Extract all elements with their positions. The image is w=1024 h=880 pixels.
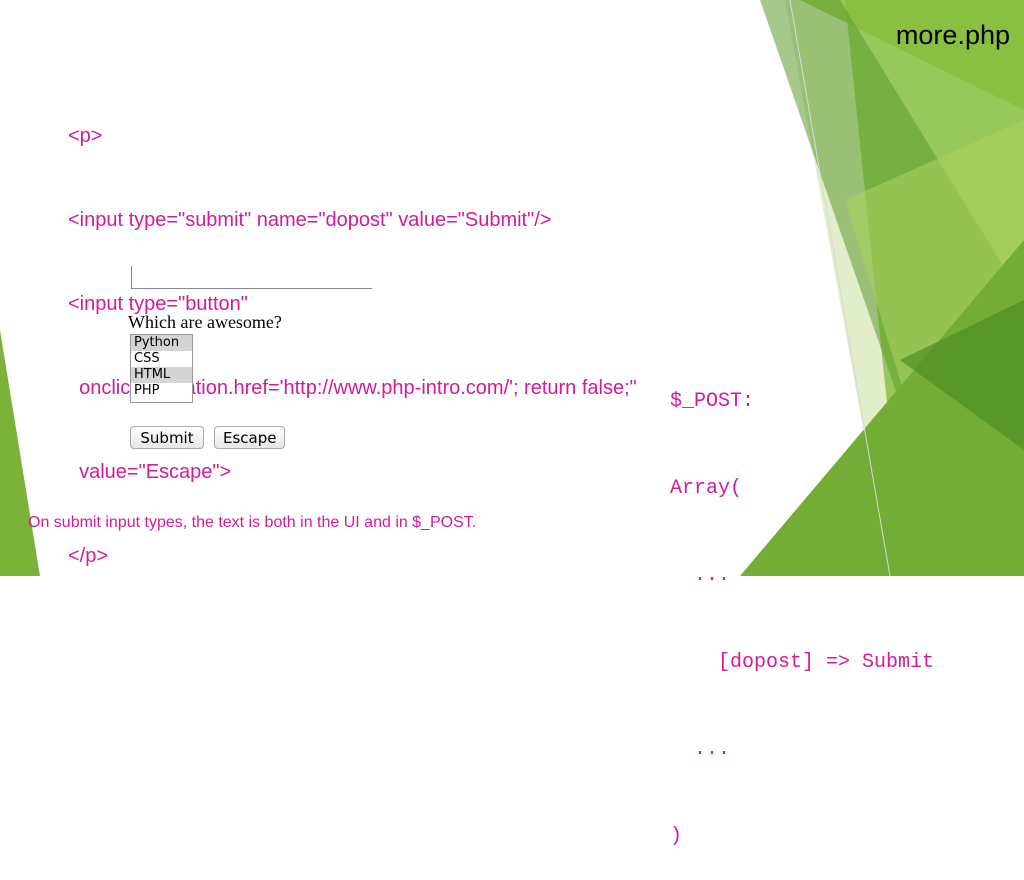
- list-option-html[interactable]: HTML: [131, 367, 192, 383]
- code-line: <p>: [68, 125, 103, 147]
- code-line: <input type="submit" name="dopost" value…: [68, 209, 552, 231]
- submit-button[interactable]: Submit: [130, 426, 204, 449]
- post-line: $_POST:: [670, 390, 755, 413]
- code-line: </p>: [68, 545, 109, 567]
- post-line: ...: [670, 738, 731, 761]
- list-option-python[interactable]: Python: [131, 335, 192, 351]
- multi-select-listbox[interactable]: Python CSS HTML PHP: [130, 334, 193, 403]
- text-input-field[interactable]: [131, 266, 372, 289]
- form-demo: Which are awesome? Python CSS HTML PHP S…: [128, 266, 388, 466]
- post-line: ): [670, 825, 683, 848]
- caption-note: On submit input types, the text is both …: [28, 514, 477, 531]
- escape-button[interactable]: Escape: [214, 426, 285, 449]
- post-line: Array(: [670, 477, 743, 500]
- list-option-php[interactable]: PHP: [131, 383, 192, 399]
- question-label: Which are awesome?: [128, 312, 282, 332]
- list-option-css[interactable]: CSS: [131, 351, 192, 367]
- post-line: [dopost] => Submit: [670, 651, 935, 674]
- slide-title: more.php: [895, 20, 1010, 50]
- post-array-dump: $_POST: Array( ... [dopost] => Submit ..…: [670, 329, 934, 880]
